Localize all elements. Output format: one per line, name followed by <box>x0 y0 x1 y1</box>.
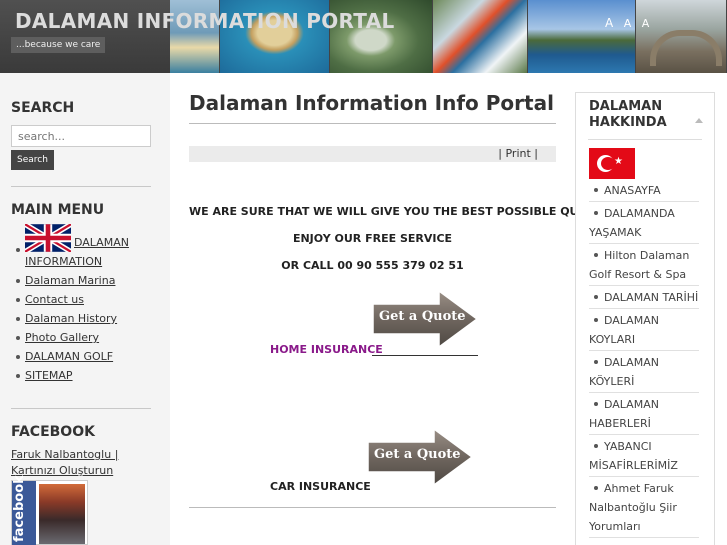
bullet-icon <box>594 295 598 299</box>
right-menu: ANASAYFA DALAMANDA YAŞAMAK Hilton Dalama… <box>589 179 699 538</box>
right-menu-item[interactable]: Ahmet Faruk Nalbantoğlu Şiir Yorumları <box>589 477 699 538</box>
menu-item-contact-us[interactable]: Contact us <box>14 290 154 309</box>
search-button[interactable]: Search <box>11 150 54 170</box>
menu-item-dalaman-golf[interactable]: DALAMAN GOLF <box>14 347 154 366</box>
right-menu-link[interactable]: DALAMAN KOYLARI <box>589 314 659 346</box>
right-menu-item[interactable]: DALAMAN KÖYLERİ <box>589 351 699 393</box>
menu-item-sitemap[interactable]: SITEMAP <box>14 366 154 385</box>
sidebar-divider <box>11 186 151 187</box>
right-menu-item[interactable]: DALAMAN TARİHİ <box>589 286 699 309</box>
bullet-icon <box>594 360 598 364</box>
menu-item-photo-gallery[interactable]: Photo Gallery <box>14 328 154 347</box>
right-menu-link[interactable]: DALAMANDA YAŞAMAK <box>589 207 675 239</box>
facebook-profile-link[interactable]: Faruk Nalbantoglu | Kartınızı Oluşturun <box>11 448 118 477</box>
page-title: Dalaman Information Info Portal <box>189 91 554 115</box>
right-menu-link[interactable]: DALAMAN TARİHİ <box>604 291 698 304</box>
right-menu-item[interactable]: DALAMANDA YAŞAMAK <box>589 202 699 244</box>
header-photo-bay <box>528 0 636 73</box>
free-service-text: ENJOY OUR FREE SERVICE <box>292 232 453 245</box>
menu-link[interactable]: SITEMAP <box>25 369 73 382</box>
crescent-cutout <box>601 157 615 170</box>
right-menu-item[interactable]: DALAMAN KOYLARI <box>589 309 699 351</box>
menu-link[interactable]: Dalaman Marina <box>25 274 115 287</box>
car-insurance-label: CAR INSURANCE <box>270 480 371 493</box>
right-menu-item[interactable]: Hilton Dalaman Golf Resort & Spa <box>589 244 699 286</box>
article-tools-bar: | Print | <box>189 146 556 162</box>
right-menu-link[interactable]: ANASAYFA <box>604 184 661 197</box>
font-increase-button[interactable]: A <box>605 16 613 30</box>
menu-item-dalaman-information[interactable]: DALAMAN INFORMATION <box>14 224 154 271</box>
right-menu-item[interactable]: YABANCI MİSAFİRLERİMİZ <box>589 435 699 477</box>
bullet-icon <box>594 402 598 406</box>
home-insurance-label: HOME INSURANCE <box>270 343 383 356</box>
print-link[interactable]: | Print | <box>498 147 538 160</box>
right-menu-link[interactable]: Hilton Dalaman Golf Resort & Spa <box>589 249 689 281</box>
font-reset-button[interactable]: A <box>642 17 650 30</box>
call-number-text: OR CALL 00 90 555 379 02 51 <box>281 259 464 272</box>
bullet-icon <box>594 188 598 192</box>
facebook-heading: FACEBOOK <box>11 424 95 440</box>
menu-item-dalaman-marina[interactable]: Dalaman Marina <box>14 271 154 290</box>
facebook-logo: facebook <box>12 475 36 545</box>
right-menu-link[interactable]: YABANCI MİSAFİRLERİMİZ <box>589 440 678 472</box>
menu-link[interactable]: Contact us <box>25 293 84 306</box>
menu-item-dalaman-history[interactable]: Dalaman History <box>14 309 154 328</box>
site-title[interactable]: DALAMAN INFORMATION PORTAL <box>15 9 395 33</box>
turkey-flag-icon: ★ <box>589 148 635 179</box>
right-sidebar-divider <box>588 139 702 140</box>
sidebar-divider <box>11 408 151 409</box>
font-decrease-button[interactable]: A <box>624 17 632 30</box>
search-input[interactable] <box>11 125 151 147</box>
menu-link[interactable]: Dalaman History <box>25 312 117 325</box>
site-tagline: ...because we care <box>11 37 106 53</box>
uk-flag-icon <box>25 224 71 252</box>
quote-promise-text: WE ARE SURE THAT WE WILL GIVE YOU THE BE… <box>189 205 603 218</box>
right-menu-item[interactable]: ANASAYFA <box>589 179 699 202</box>
menu-link[interactable]: DALAMAN GOLF <box>25 350 113 363</box>
right-menu-link[interactable]: Ahmet Faruk Nalbantoğlu Şiir Yorumları <box>589 482 677 533</box>
header-photo-rafting <box>433 0 528 73</box>
facebook-profile-text: Faruk Nalbantoglu | Kartınızı Oluşturun <box>11 447 156 479</box>
main-menu-heading: MAIN MENU <box>11 202 105 218</box>
get-a-quote-label: Get a Quote <box>379 309 466 324</box>
bullet-icon <box>594 253 598 257</box>
font-size-controls: A A A <box>605 16 656 30</box>
star-icon: ★ <box>614 156 623 167</box>
home-insurance-underline <box>372 355 478 356</box>
menu-link[interactable]: Photo Gallery <box>25 331 99 344</box>
facebook-badge[interactable]: facebook <box>11 475 88 545</box>
site-header: DALAMAN INFORMATION PORTAL ...because we… <box>0 0 727 73</box>
search-heading: SEARCH <box>11 100 75 116</box>
collapse-arrow-icon[interactable] <box>695 118 703 123</box>
bullet-icon <box>594 486 598 490</box>
bullet-icon <box>594 211 598 215</box>
dalaman-hakkinda-heading: DALAMAN HAKKINDA <box>589 99 667 130</box>
main-menu: DALAMAN INFORMATION Dalaman Marina Conta… <box>14 224 154 385</box>
right-sidebar: DALAMAN HAKKINDA ★ ANASAYFA DALAMANDA YA… <box>575 92 715 545</box>
content-divider <box>189 507 556 508</box>
header-photo-bridge <box>636 0 727 73</box>
right-menu-link[interactable]: DALAMAN HABERLERİ <box>589 398 659 430</box>
avatar <box>39 484 85 544</box>
main-content: Dalaman Information Info Portal | Print … <box>175 73 603 545</box>
bullet-icon <box>594 444 598 448</box>
get-a-quote-label: Get a Quote <box>374 447 461 462</box>
title-divider <box>189 123 556 124</box>
right-menu-link[interactable]: DALAMAN KÖYLERİ <box>589 356 659 388</box>
get-a-quote-button-home[interactable]: Get a Quote <box>372 289 479 349</box>
left-sidebar: SEARCH Search MAIN MENU DALAMAN INFORMAT… <box>0 73 170 545</box>
get-a-quote-button-car[interactable]: Get a Quote <box>367 427 474 487</box>
right-menu-item[interactable]: DALAMAN HABERLERİ <box>589 393 699 435</box>
bullet-icon <box>594 318 598 322</box>
